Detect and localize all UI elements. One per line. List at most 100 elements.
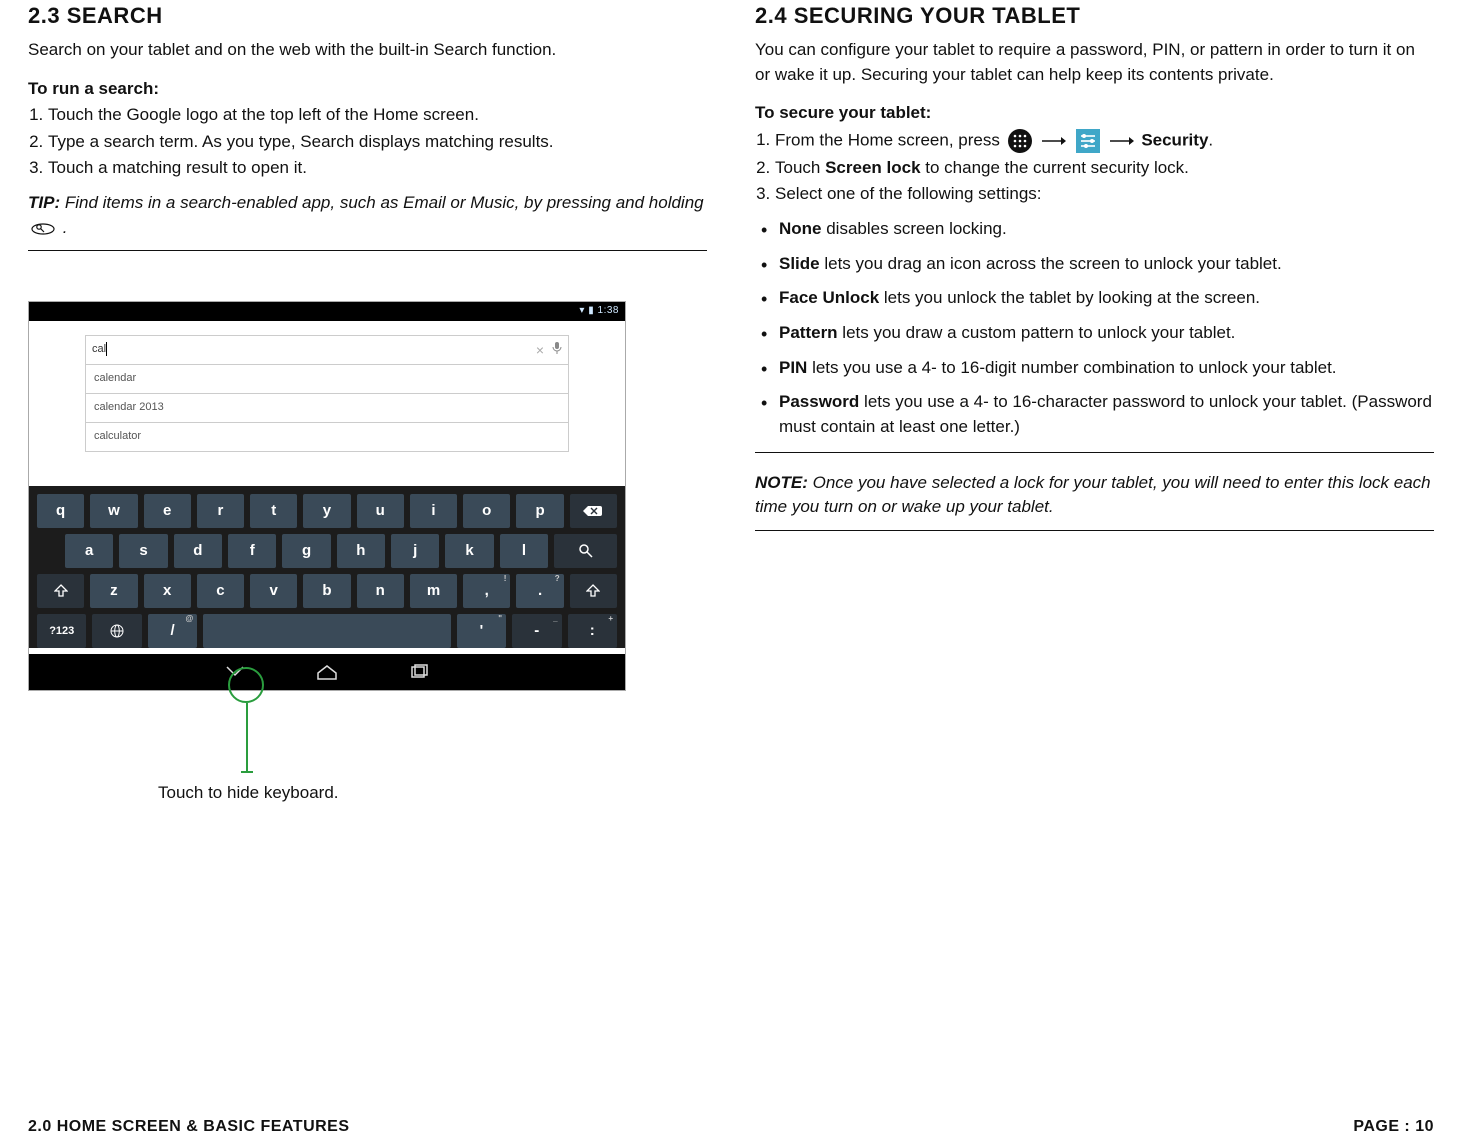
callout: Touch to hide keyboard. (28, 691, 707, 811)
key-q[interactable]: q (37, 494, 84, 528)
key-s[interactable]: s (119, 534, 167, 568)
tip-label: TIP: (28, 193, 60, 212)
key-t[interactable]: t (250, 494, 297, 528)
note-2-4: NOTE: Once you have selected a lock for … (755, 471, 1434, 520)
note-label: NOTE: (755, 473, 808, 492)
key-v[interactable]: v (250, 574, 297, 608)
key-comma[interactable]: !, (463, 574, 510, 608)
section-2-3: 2.3 SEARCH Search on your tablet and on … (28, 0, 707, 811)
step2-pre: Touch (775, 158, 825, 177)
key-a[interactable]: a (65, 534, 113, 568)
key-apostrophe[interactable]: "' (457, 614, 506, 648)
callout-text: Touch to hide keyboard. (158, 781, 339, 806)
key-o[interactable]: o (463, 494, 510, 528)
keyboard: q w e r t y u i o p (29, 486, 625, 648)
secure-step-2: Touch Screen lock to change the current … (775, 156, 1434, 181)
key-g[interactable]: g (282, 534, 330, 568)
battery-icon: ▮ (588, 305, 594, 316)
wifi-icon: ▾ (579, 305, 585, 316)
key-slash[interactable]: @/ (148, 614, 197, 648)
status-time: 1:38 (598, 305, 619, 316)
key-z[interactable]: z (90, 574, 137, 608)
status-bar: ▾ ▮ 1:38 (29, 302, 625, 321)
callout-circle (228, 667, 264, 703)
key-y[interactable]: y (303, 494, 350, 528)
recent-apps-icon[interactable] (400, 660, 438, 684)
key-w[interactable]: w (90, 494, 137, 528)
key-h[interactable]: h (337, 534, 385, 568)
mic-icon[interactable] (552, 340, 562, 360)
suggestion-item[interactable]: calculator (85, 423, 569, 452)
search-key[interactable] (554, 534, 617, 568)
secure-head: To secure your tablet: (755, 101, 1434, 126)
clear-icon[interactable]: × (536, 340, 544, 360)
lock-option: PIN lets you use a 4- to 16-digit number… (779, 356, 1434, 381)
key-k[interactable]: k (445, 534, 493, 568)
note-body: Once you have selected a lock for your t… (755, 473, 1431, 517)
heading-2-4: 2.4 SECURING YOUR TABLET (755, 0, 1434, 32)
search-value: cal (92, 343, 106, 355)
kbd-row-1: q w e r t y u i o p (37, 494, 617, 528)
lock-option: Pattern lets you draw a custom pattern t… (779, 321, 1434, 346)
divider (755, 530, 1434, 531)
key-j[interactable]: j (391, 534, 439, 568)
step-text: Type a search term. As you type, Search … (48, 130, 707, 155)
key-f[interactable]: f (228, 534, 276, 568)
search-input-row[interactable]: cal × (85, 335, 569, 365)
kbd-row-3: z x c v b n m !, ?. (37, 574, 617, 608)
symbols-key[interactable]: ?123 (37, 614, 86, 648)
tip-2-3: TIP: Find items in a search-enabled app,… (28, 191, 707, 240)
kbd-row-4: ?123 @/ "' _- +: (37, 614, 617, 648)
home-icon[interactable] (308, 660, 346, 684)
lock-option: Face Unlock lets you unlock the tablet b… (779, 286, 1434, 311)
suggestion-item[interactable]: calendar (85, 365, 569, 394)
run-search-head: To run a search: (28, 77, 707, 102)
lock-option: Slide lets you drag an icon across the s… (779, 252, 1434, 277)
key-x[interactable]: x (144, 574, 191, 608)
page-footer: 2.0 HOME SCREEN & BASIC FEATURES PAGE : … (28, 1115, 1434, 1138)
key-l[interactable]: l (500, 534, 548, 568)
footer-right: PAGE : 10 (1353, 1115, 1434, 1138)
key-p[interactable]: p (516, 494, 563, 528)
key-i[interactable]: i (410, 494, 457, 528)
backspace-key[interactable] (570, 494, 617, 528)
key-r[interactable]: r (197, 494, 244, 528)
search-key-icon (30, 221, 56, 235)
key-colon[interactable]: +: (568, 614, 617, 648)
key-dash[interactable]: _- (512, 614, 561, 648)
key-period[interactable]: ?. (516, 574, 563, 608)
tip-body-part1: Find items in a search-enabled app, such… (65, 193, 704, 212)
suggestion-item[interactable]: calendar 2013 (85, 394, 569, 423)
step1-post: . (1208, 130, 1213, 149)
step-text: Touch a matching result to open it. (48, 156, 707, 181)
spacebar-key[interactable] (203, 614, 450, 648)
lock-option: Password lets you use a 4- to 16-charact… (779, 390, 1434, 439)
callout-line (246, 703, 248, 773)
secure-steps: From the Home screen, press (755, 128, 1434, 207)
step1-security: Security (1141, 130, 1208, 149)
nav-bar (29, 654, 625, 690)
globe-key[interactable] (92, 614, 141, 648)
lock-options: None disables screen locking. Slide lets… (755, 217, 1434, 439)
key-n[interactable]: n (357, 574, 404, 608)
key-d[interactable]: d (174, 534, 222, 568)
key-m[interactable]: m (410, 574, 457, 608)
shift-key-left[interactable] (37, 574, 84, 608)
step-text: Touch the Google logo at the top left of… (48, 103, 707, 128)
section-2-4: 2.4 SECURING YOUR TABLET You can configu… (755, 0, 1434, 811)
footer-left: 2.0 HOME SCREEN & BASIC FEATURES (28, 1115, 350, 1138)
secure-step-3: Select one of the following settings: (775, 182, 1434, 207)
kbd-row-2: a s d f g h j k l (37, 534, 617, 568)
key-u[interactable]: u (357, 494, 404, 528)
key-b[interactable]: b (303, 574, 350, 608)
shift-key-right[interactable] (570, 574, 617, 608)
key-c[interactable]: c (197, 574, 244, 608)
step2-post: to change the current security lock. (921, 158, 1189, 177)
arrow-right-icon (1041, 135, 1067, 147)
key-e[interactable]: e (144, 494, 191, 528)
text-cursor (106, 342, 107, 356)
intro-2-4: You can configure your tablet to require… (755, 38, 1434, 87)
settings-icon (1075, 128, 1101, 154)
callout-tick (241, 771, 253, 773)
search-panel: cal × calendar calendar 2013 calculator (29, 321, 625, 486)
